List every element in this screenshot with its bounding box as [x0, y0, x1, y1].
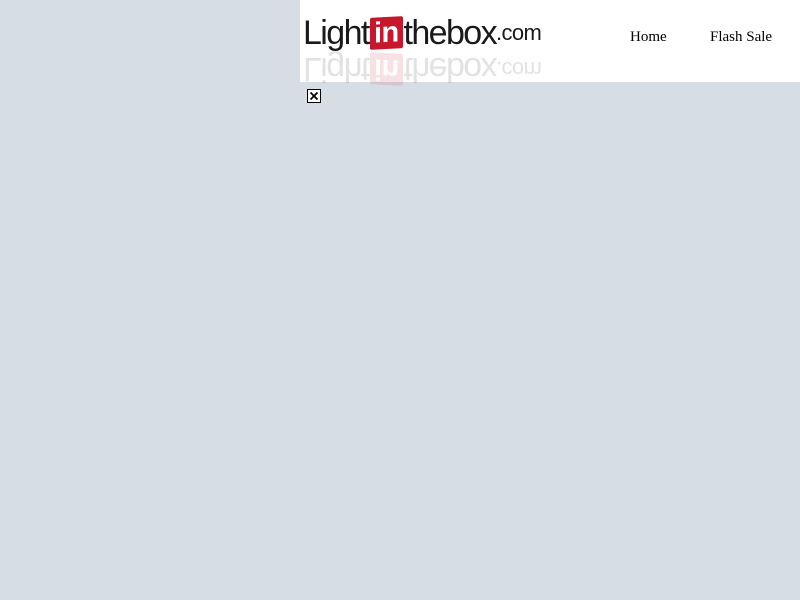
- nav-link-flash-sale[interactable]: Flash Sale: [710, 29, 772, 46]
- nav-link-home[interactable]: Home: [630, 29, 667, 46]
- logo-text-tld: .com: [496, 20, 542, 45]
- logo-text-light: Light: [303, 14, 370, 52]
- logo-text-thebox: thebox: [403, 14, 498, 52]
- close-icon: [309, 91, 319, 101]
- site-logo[interactable]: Light in thebox.com Light in thebox.com: [303, 14, 543, 88]
- logo-badge-in: in: [369, 16, 403, 50]
- logo-reflection: Light in thebox.com: [303, 50, 542, 88]
- close-button[interactable]: [307, 89, 321, 103]
- logo-wordmark: Light in thebox.com: [303, 14, 542, 52]
- site-header: Light in thebox.com Light in thebox.com Home…: [300, 0, 800, 88]
